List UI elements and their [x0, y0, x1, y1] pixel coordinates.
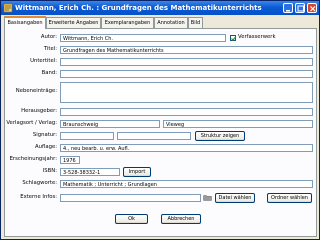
close-button[interactable]	[307, 3, 317, 13]
verlag-input[interactable]: Vieweg	[163, 120, 313, 128]
ordner-waehlen-button[interactable]: Ordner wählen	[267, 193, 312, 203]
untertitel-input[interactable]	[60, 58, 313, 66]
window-title: Wittmann, Erich Ch. : Grundfragen des Ma…	[15, 4, 262, 12]
band-input[interactable]	[60, 70, 313, 78]
tab-bild[interactable]: Bild	[188, 17, 203, 28]
nebeneintraege-textarea[interactable]	[60, 82, 313, 103]
folder-icon[interactable]	[203, 194, 212, 201]
close-icon	[310, 6, 316, 12]
titel-label: Titel:	[43, 46, 57, 52]
verlagsort-input[interactable]: Braunschweig	[60, 120, 160, 128]
ok-button[interactable]: Ok	[115, 214, 148, 224]
externe-infos-input[interactable]	[60, 194, 201, 202]
autor-input[interactable]: Wittmann, Erich Ch.	[60, 34, 226, 42]
tab-basisangaben[interactable]: Basisangaben	[4, 16, 46, 29]
verfasserwerk-label: Verfasserwerk	[238, 34, 276, 40]
datei-waehlen-button[interactable]: Datei wählen	[215, 193, 255, 203]
minimize-icon	[286, 10, 290, 12]
signatur-input-2[interactable]	[117, 132, 191, 140]
maximize-button[interactable]	[295, 3, 305, 13]
autor-label: Autor:	[40, 34, 57, 40]
dialog-window: Wittmann, Erich Ch. : Grundfragen des Ma…	[0, 0, 320, 240]
app-icon	[3, 3, 13, 13]
maximize-icon	[297, 5, 304, 12]
nebeneintraege-label: Nebeneinträge:	[15, 88, 57, 94]
signatur-label: Signatur:	[32, 132, 57, 138]
band-label: Band:	[41, 70, 57, 76]
herausgeber-input[interactable]	[60, 108, 313, 116]
erscheinungsjahr-input[interactable]: 1976	[60, 156, 80, 164]
isbn-label: ISBN:	[42, 168, 57, 174]
signatur-input-1[interactable]	[60, 132, 114, 140]
title-bar[interactable]: Wittmann, Erich Ch. : Grundfragen des Ma…	[1, 1, 319, 15]
isbn-input[interactable]: 3-528-38332-1	[60, 168, 120, 176]
externe-infos-label: Externe Infos:	[20, 194, 57, 200]
erscheinungsjahr-label: Erscheinungsjahr:	[9, 156, 57, 162]
herausgeber-label: Herausgeber:	[21, 108, 57, 114]
verlagsort-label: Verlagsort / Verlag:	[6, 120, 57, 126]
struktur-zeigen-button[interactable]: Struktur zeigen	[195, 131, 245, 141]
tab-erweiterte-angaben[interactable]: Erweiterte Angaben	[46, 17, 101, 28]
schlagworte-input[interactable]: Mathematik ; Unterricht ; Grundlagen	[60, 180, 313, 188]
import-button[interactable]: Import	[123, 167, 151, 177]
basisangaben-panel: Autor: Wittmann, Erich Ch. Verfasserwerk…	[4, 28, 317, 237]
check-icon	[231, 36, 237, 41]
schlagworte-label: Schlagworte:	[22, 180, 57, 186]
untertitel-label: Untertitel:	[30, 58, 57, 64]
auflage-input[interactable]: 4., neu bearb. u. erw. Aufl.	[60, 144, 313, 152]
verfasserwerk-checkbox[interactable]	[230, 35, 237, 41]
titel-input[interactable]: Grundfragen des Mathematikunterrichts	[60, 46, 313, 54]
minimize-button[interactable]	[283, 3, 293, 13]
tab-exemplarangaben[interactable]: Exemplarangaben	[101, 17, 154, 28]
tab-annotation[interactable]: Annotation	[154, 17, 188, 28]
abbrechen-button[interactable]: Abbrechen	[161, 214, 201, 224]
auflage-label: Auflage:	[35, 144, 57, 150]
